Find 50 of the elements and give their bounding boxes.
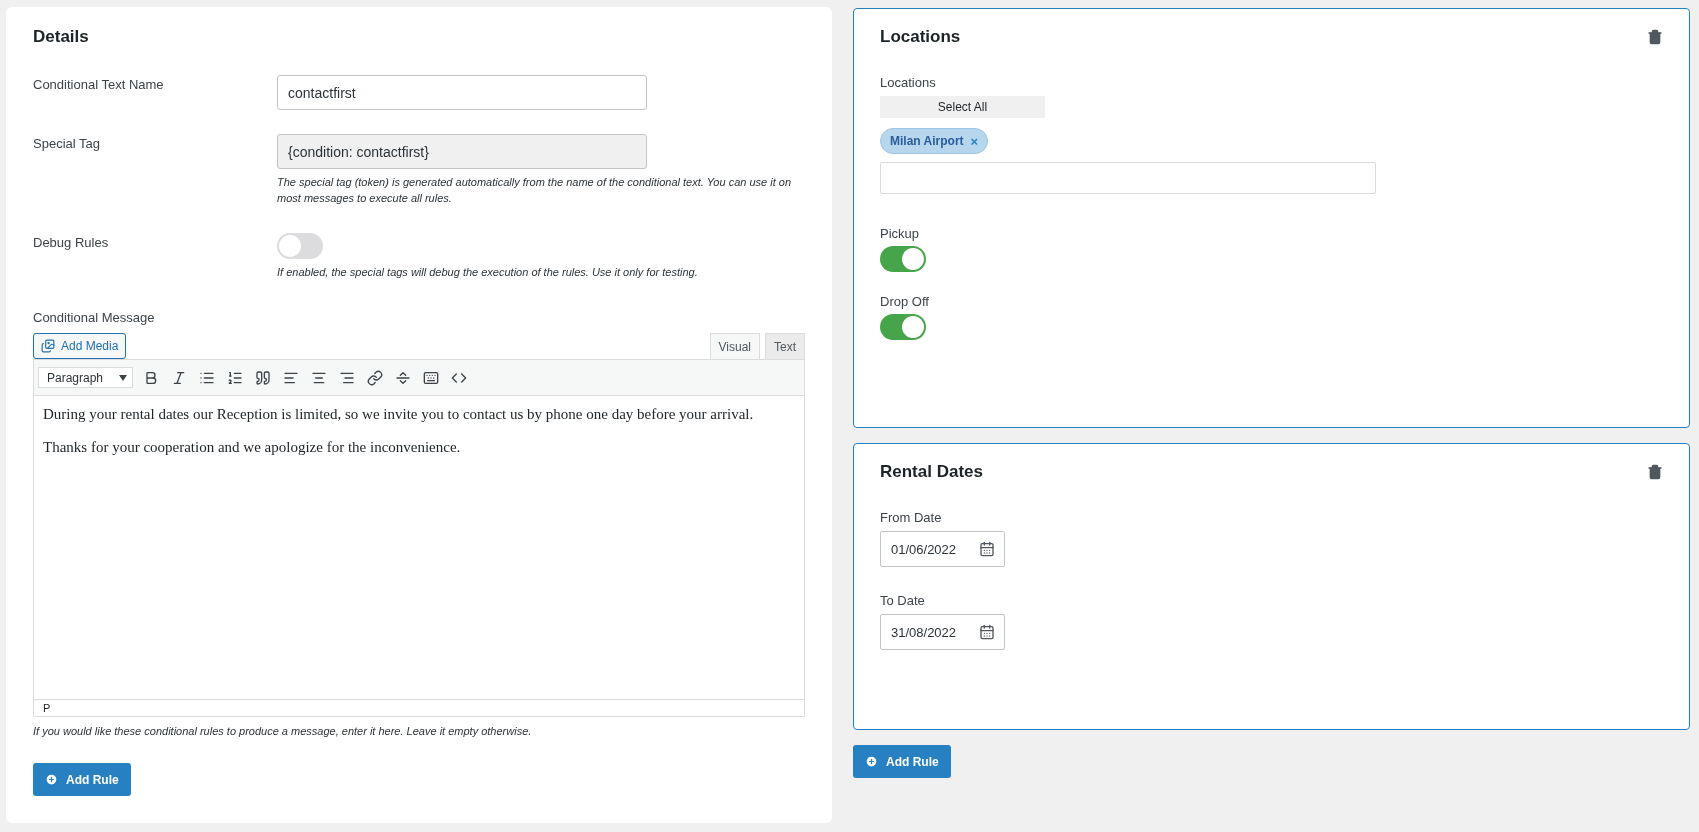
field-label: To Date — [880, 593, 925, 608]
special-tag-field: {condition: contactfirst} — [277, 134, 647, 169]
caret-icon — [119, 374, 127, 381]
field-label: Debug Rules — [33, 234, 110, 252]
add-rule-button[interactable]: Add Rule — [33, 763, 131, 796]
field-label: Locations — [880, 75, 936, 90]
toggle-switch[interactable] — [880, 246, 926, 272]
field-label: Special Tag — [33, 135, 101, 153]
editor-tab[interactable]: Visual — [709, 333, 760, 359]
name-input-field[interactable]: contactfirst — [277, 75, 647, 110]
toggle-switch[interactable] — [277, 233, 323, 259]
hint-text: If you would like these conditional rules to produce a message, enter it here. Leave it empty otherwise. — [33, 724, 533, 739]
numbered-list-icon[interactable] — [227, 369, 243, 386]
link-icon[interactable] — [367, 369, 383, 386]
plus-icon — [45, 773, 58, 786]
date-field[interactable]: 01/06/2022 — [880, 531, 1005, 567]
editor-paragraph: Thanks for your cooperation and we apologize for the inconvenience. — [43, 439, 462, 456]
keyboard-icon[interactable] — [423, 369, 439, 386]
italic-icon[interactable] — [171, 369, 187, 386]
calendar-icon[interactable] — [979, 624, 995, 640]
calendar-icon[interactable] — [979, 541, 995, 557]
editor-tab[interactable]: Text — [765, 333, 805, 359]
select-all-button[interactable]: Select All — [880, 96, 1045, 118]
field-label: Conditional Text Name — [33, 76, 165, 94]
quote-icon[interactable] — [255, 369, 271, 386]
media-icon — [41, 339, 55, 353]
add-media-button[interactable]: Add Media — [33, 333, 127, 359]
hint-text: If enabled, the special tags will debug the execution of the rules. Use it only for testing. — [277, 265, 698, 280]
format-dropdown[interactable]: Paragraph — [38, 367, 133, 388]
trash-icon[interactable] — [1647, 29, 1663, 45]
text-editor[interactable]: Paragraph During your rental dates our Reception is limited, so we invite you to contact us by phone one day before your arrival. Thanks for your cooperation and we apologize for the inconvenience. P — [33, 359, 805, 717]
hint-text: The special tag (token) is generated automatically from the name of the conditional text. You can use it on most messages to execute all rules. — [277, 175, 793, 206]
location-tag: Milan Airport × — [880, 128, 989, 154]
bold-icon[interactable] — [143, 369, 159, 386]
separator-icon[interactable] — [395, 369, 411, 386]
field-label: From Date — [880, 510, 942, 525]
editor-paragraph: During your rental dates our Reception is limited, so we invite you to contact us by phone one day before your arrival. — [43, 406, 755, 423]
date-field[interactable]: 31/08/2022 — [880, 614, 1005, 650]
add-rule-button[interactable]: Add Rule — [853, 745, 951, 778]
card-title: Rental Dates — [880, 462, 983, 482]
toggle-label: Pickup — [880, 226, 920, 241]
plus-icon — [865, 755, 878, 768]
panel-title: Details — [33, 27, 90, 47]
toggle-label: Drop Off — [880, 294, 929, 309]
trash-icon[interactable] — [1647, 464, 1663, 480]
field-label: Conditional Message — [33, 309, 156, 325]
element-path: P — [43, 702, 51, 714]
locations-input-field[interactable] — [880, 162, 1376, 194]
card-title: Locations — [880, 27, 961, 47]
toggle-switch[interactable] — [880, 314, 926, 340]
